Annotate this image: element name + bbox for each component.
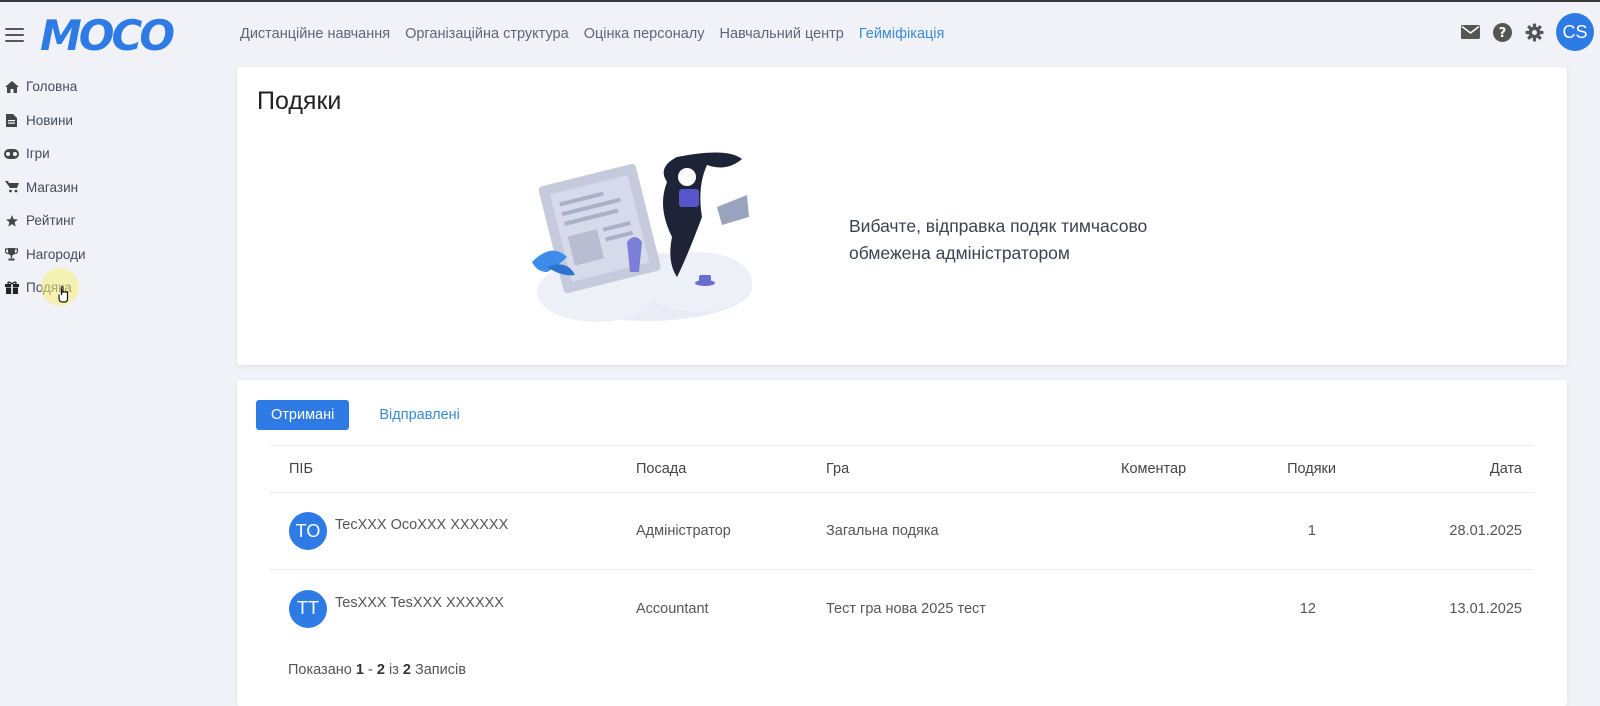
thanks-table: ПІБ Посада Гра Коментар Подяки Дата TO T… — [269, 445, 1534, 647]
trophy-icon — [4, 247, 19, 261]
svg-text:?: ? — [1498, 26, 1506, 41]
top-header: MOCO Дистанційне навчання Організаційна … — [0, 2, 1600, 64]
main-nav: Дистанційне навчання Організаційна струк… — [240, 26, 959, 42]
gift-icon — [4, 281, 19, 295]
nav-training-center[interactable]: Навчальний центр — [720, 26, 844, 42]
sidebar: Головна Новини Ігри Магазин Рейтинг Наго… — [0, 70, 230, 305]
sidebar-item-label: Нагороди — [26, 246, 86, 262]
pagination-of: із — [388, 662, 399, 678]
nav-org-structure[interactable]: Організаційна структура — [405, 26, 569, 42]
file-icon — [4, 113, 19, 127]
home-icon — [4, 80, 19, 94]
pagination-suffix: Записів — [414, 662, 466, 678]
game-cell: Тест гра нова 2025 тест — [826, 600, 986, 617]
table-row[interactable]: TO TecXXX OcoXXX XXXXXX Адміністратор За… — [269, 493, 1534, 570]
sidebar-item-news[interactable]: Новини — [0, 104, 230, 138]
restriction-notice: Вибачте, відправка подяк тимчасово обмеж… — [849, 216, 1148, 263]
col-header-date[interactable]: Дата — [1361, 461, 1534, 477]
sidebar-item-awards[interactable]: Нагороди — [0, 238, 230, 272]
sidebar-item-games[interactable]: Ігри — [0, 137, 230, 171]
name-cell: TT TesXXX TesXXX XXXXXX — [269, 589, 636, 628]
sidebar-item-label: Головна — [26, 79, 78, 95]
tabs: Отримані Відправлені — [256, 400, 460, 430]
pagination-total: 2 — [402, 662, 411, 678]
tab-received[interactable]: Отримані — [256, 400, 350, 430]
page-title: Подяки — [257, 87, 342, 115]
position-cell: Accountant — [636, 600, 709, 617]
name-cell: TO TecXXX OcoXXX XXXXXX — [269, 512, 636, 550]
col-header-comment[interactable]: Коментар — [1121, 461, 1221, 477]
help-icon[interactable]: ? — [1492, 22, 1512, 42]
sidebar-item-rating[interactable]: Рейтинг — [0, 204, 230, 238]
sidebar-item-label: Ігри — [26, 146, 50, 162]
avatar: TT — [289, 589, 327, 628]
position-cell: Адміністратор — [636, 523, 731, 539]
sidebar-item-label: Рейтинг — [26, 213, 76, 229]
thanks-illustration — [527, 147, 767, 327]
pagination-to: 2 — [376, 662, 385, 678]
pagination-dash: - — [367, 662, 373, 678]
employee-name[interactable]: TesXXX TesXXX XXXXXX — [335, 595, 504, 611]
col-header-count[interactable]: Подяки — [1221, 461, 1361, 477]
sidebar-item-label: Магазин — [26, 179, 79, 195]
avatar: TO — [289, 512, 327, 550]
pagination-prefix: Показано — [288, 662, 352, 678]
nav-distance-learning[interactable]: Дистанційне навчання — [240, 26, 390, 42]
pagination-info: Показано 1 - 2 із 2 Записів — [288, 662, 466, 678]
logo[interactable]: MOCO — [40, 11, 175, 60]
date-cell: 28.01.2025 — [1449, 523, 1522, 539]
thanks-info-card: Подяки Вибачте, відправка подяк тимчасов… — [237, 67, 1567, 365]
mail-icon[interactable] — [1460, 22, 1480, 42]
date-cell: 13.01.2025 — [1449, 600, 1522, 617]
col-header-game[interactable]: Гра — [826, 461, 1121, 477]
game-cell: Загальна подяка — [826, 523, 939, 539]
pagination-from: 1 — [355, 662, 364, 678]
nav-staff-assessment[interactable]: Оцінка персоналу — [584, 26, 705, 42]
sidebar-item-thanks[interactable]: Подяка — [0, 271, 230, 305]
sidebar-item-label: Подяка — [26, 280, 72, 296]
table-row[interactable]: TT TesXXX TesXXX XXXXXX Accountant Тест … — [269, 570, 1534, 647]
sidebar-item-label: Новини — [26, 112, 73, 128]
employee-name[interactable]: TecXXX OcoXXX XXXXXX — [335, 517, 508, 533]
nav-gamification[interactable]: Гейміфікація — [859, 26, 945, 42]
menu-icon[interactable] — [5, 28, 24, 42]
user-avatar[interactable]: CS — [1556, 13, 1594, 51]
gear-icon[interactable] — [1524, 22, 1544, 42]
count-cell: 12 — [1299, 600, 1316, 617]
star-icon — [4, 214, 19, 228]
col-header-name[interactable]: ПІБ — [269, 461, 636, 477]
col-header-position[interactable]: Посада — [636, 461, 826, 477]
header-icons: ? CS — [1460, 12, 1600, 52]
gamepad-icon — [4, 147, 19, 161]
table-header: ПІБ Посада Гра Коментар Подяки Дата — [269, 445, 1534, 493]
thanks-list-card: Отримані Відправлені ПІБ Посада Гра Коме… — [237, 380, 1567, 706]
count-cell: 1 — [1307, 523, 1316, 539]
sidebar-item-home[interactable]: Головна — [0, 70, 230, 104]
cart-icon — [4, 180, 19, 194]
sidebar-item-shop[interactable]: Магазин — [0, 171, 230, 205]
tab-sent[interactable]: Відправлені — [379, 407, 459, 423]
